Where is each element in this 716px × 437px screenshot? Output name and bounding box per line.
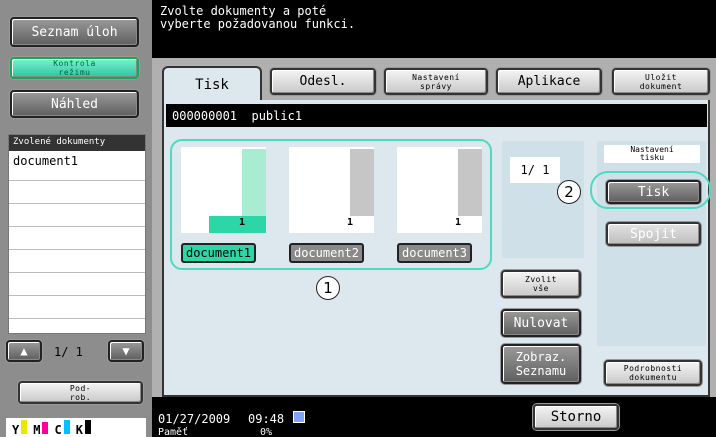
document-label-3[interactable]: document3: [397, 243, 472, 263]
up-arrow-icon: ▲: [20, 344, 28, 358]
memory-label: Paměť: [158, 427, 189, 437]
check-mode-label: Kontrola režimu: [53, 59, 96, 77]
toner-k: K: [76, 420, 91, 437]
job-details-label: Pod-rob.: [69, 383, 92, 402]
page-count-bg: [209, 216, 266, 233]
check-mode-button[interactable]: Kontrola režimu: [10, 57, 139, 79]
tab-send[interactable]: Odesl.: [270, 68, 376, 95]
toner-panel: Y M C K: [6, 418, 146, 437]
stop-button[interactable]: Storno: [533, 404, 619, 430]
print-settings-title: Nastavení tisku: [604, 145, 700, 163]
page-count: 1: [239, 217, 246, 228]
callout-2: 2: [557, 180, 581, 204]
toner-y: Y: [12, 420, 28, 437]
tab-save-document-label: Uložit dokument: [639, 72, 683, 91]
status-date: 01/27/2009: [158, 412, 231, 426]
tab-admin-settings-label: Nastavení správy: [412, 72, 460, 91]
page-count: 1: [455, 217, 462, 228]
reset-button[interactable]: Nulovat: [501, 309, 581, 337]
list-view-button[interactable]: Zobraz. Seznamu: [501, 344, 581, 384]
document-label-1[interactable]: document1: [181, 243, 256, 263]
list-view-label: Zobraz. Seznamu: [515, 350, 567, 378]
document-thumbnail-2[interactable]: 1: [289, 147, 374, 233]
scroll-up-button[interactable]: ▲: [6, 340, 42, 362]
box-id: 000000001: [172, 109, 238, 123]
document-label-2[interactable]: document2: [289, 243, 364, 263]
tab-applications[interactable]: Aplikace: [496, 68, 602, 95]
toner-c: C: [54, 420, 70, 437]
network-icon: [293, 411, 305, 423]
instruction-line2: vyberte požadovanou funkci.: [160, 17, 356, 31]
selected-docs-header: Zvolené dokumenty: [9, 135, 145, 151]
scroll-down-button[interactable]: ▼: [108, 340, 144, 362]
document-thumbnail-3[interactable]: 1: [397, 147, 482, 233]
toner-m: M: [33, 422, 49, 437]
sidebar-pager: 1/ 1: [54, 345, 83, 359]
select-all-button[interactable]: Zvolit vše: [501, 270, 581, 298]
box-name-bar: 000000001 public1: [166, 104, 707, 127]
select-all-label: Zvolit vše: [525, 275, 557, 293]
selected-doc-item[interactable]: document1: [9, 151, 145, 173]
status-time: 09:48: [248, 412, 285, 426]
down-arrow-icon: ▼: [122, 344, 130, 358]
status-bar: 01/27/2009 09:48 Paměť 0%: [152, 397, 716, 437]
tab-save-document[interactable]: Uložit dokument: [612, 68, 710, 95]
memory-value: 0%: [260, 427, 273, 437]
message-bar: Zvolte dokumenty a poté vyberte požadova…: [152, 0, 716, 58]
combine-button[interactable]: Spojit: [606, 222, 701, 246]
document-details-button[interactable]: Podrobnosti dokumentu: [604, 360, 702, 386]
page-count-bg: [317, 216, 374, 233]
page-count: 1: [347, 217, 354, 228]
doc-pager: 1/ 1: [510, 157, 560, 183]
preview-button[interactable]: Náhled: [10, 90, 139, 118]
document-thumbnail-1[interactable]: 1: [181, 147, 266, 233]
job-list-button[interactable]: Seznam úloh: [10, 17, 139, 47]
selected-docs-panel: Zvolené dokumenty document1: [8, 134, 146, 334]
page-count-bg: [425, 216, 482, 233]
document-details-label: Podrobnosti dokumentu: [623, 364, 683, 382]
tab-admin-settings[interactable]: Nastavení správy: [384, 68, 488, 95]
job-details-button[interactable]: Pod-rob.: [18, 381, 143, 404]
print-button[interactable]: Tisk: [606, 180, 701, 204]
box-name: public1: [251, 109, 303, 123]
callout-1: 1: [316, 276, 340, 300]
tab-print[interactable]: Tisk: [162, 66, 262, 102]
